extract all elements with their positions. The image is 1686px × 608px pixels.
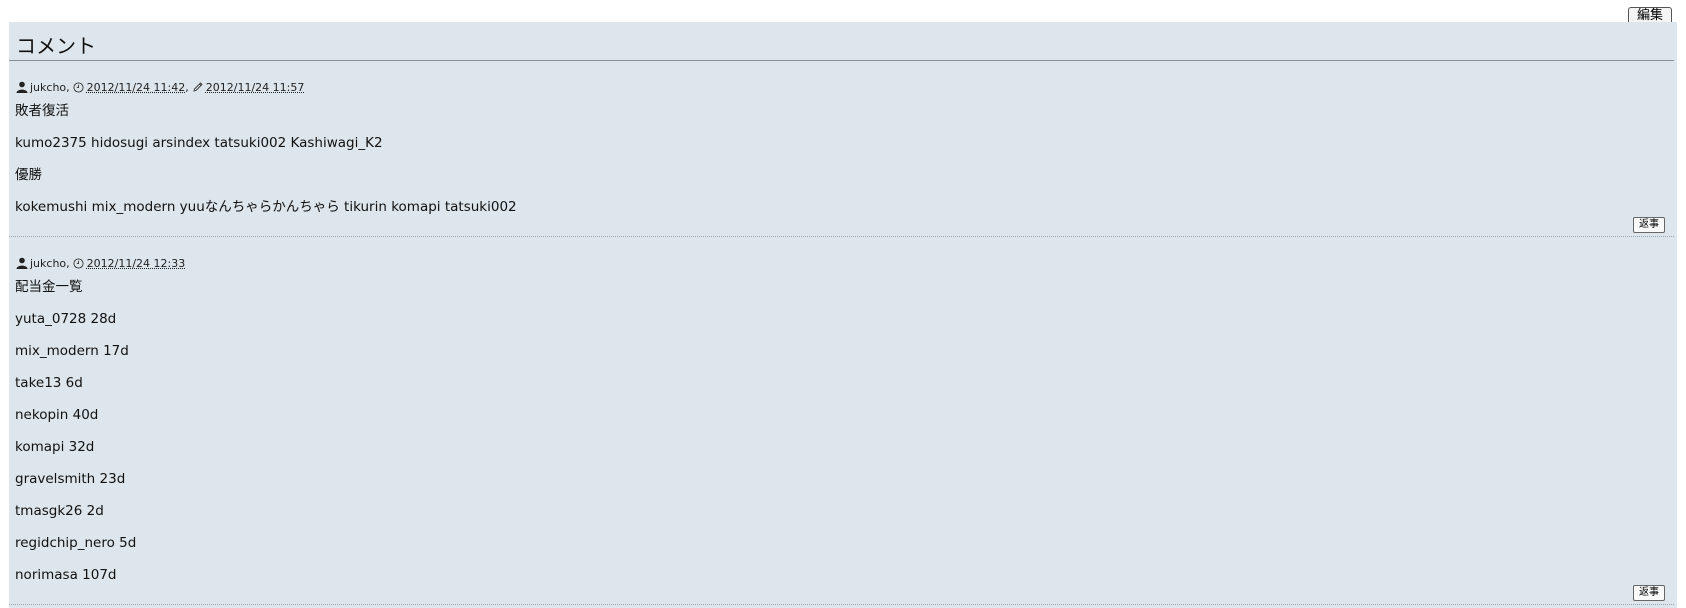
comment-line: 敗者復活 — [15, 103, 69, 119]
comment-line: 配当金一覧 — [15, 279, 83, 295]
comment-line: kokemushi mix_modern yuuなんちゃらかんちゃら tikur… — [15, 199, 517, 215]
comment-body: 敗者復活 kumo2375 hidosugi arsindex tatsuki0… — [15, 102, 1668, 216]
comment-posted-date: 2012/11/24 12:33 — [86, 256, 186, 270]
clock-icon — [72, 80, 86, 94]
comment-line: mix_modern 17d — [15, 343, 129, 359]
comment-line: yuta_0728 28d — [15, 311, 117, 327]
comments-panel: コメント jukcho, 2012/11/24 11:42, 2012/11/2… — [9, 22, 1677, 608]
comment-line: gravelsmith 23d — [15, 471, 126, 487]
comment-meta: jukcho, 2012/11/24 11:42, 2012/11/24 11:… — [15, 61, 1668, 95]
comments-heading: コメント — [9, 22, 1674, 61]
comment-line: regidchip_nero 5d — [15, 535, 137, 551]
comment-line: 優勝 — [15, 167, 42, 183]
comment-line: komapi 32d — [15, 439, 95, 455]
user-icon — [15, 256, 29, 270]
reply-button[interactable]: 返事 — [1633, 217, 1665, 233]
comment-line: tmasgk26 2d — [15, 503, 104, 519]
edit-bar: 編集 — [1627, 4, 1672, 25]
comment-body: 配当金一覧 yuta_0728 28d mix_modern 17d take1… — [15, 278, 1668, 584]
reply-button[interactable]: 返事 — [1633, 585, 1665, 601]
comment-author: jukcho — [30, 256, 67, 270]
user-icon — [15, 80, 29, 94]
reply-row: 返事 — [15, 216, 1668, 236]
comment-edited-date: 2012/11/24 11:57 — [205, 80, 305, 94]
comment-line: kumo2375 hidosugi arsindex tatsuki002 Ka… — [15, 135, 383, 151]
pencil-icon — [191, 80, 205, 94]
comment-line: norimasa 107d — [15, 567, 117, 583]
comment-author: jukcho — [30, 80, 67, 94]
comment-posted-date: 2012/11/24 11:42 — [86, 80, 186, 94]
comment-item: jukcho, 2012/11/24 11:42, 2012/11/24 11:… — [9, 61, 1674, 237]
comment-line: take13 6d — [15, 375, 83, 391]
comment-meta: jukcho, 2012/11/24 12:33 — [15, 237, 1668, 271]
clock-icon — [72, 256, 86, 270]
comment-item: jukcho, 2012/11/24 12:33 配当金一覧 yuta_0728… — [9, 237, 1674, 605]
comment-line: nekopin 40d — [15, 407, 99, 423]
reply-row: 返事 — [15, 584, 1668, 604]
